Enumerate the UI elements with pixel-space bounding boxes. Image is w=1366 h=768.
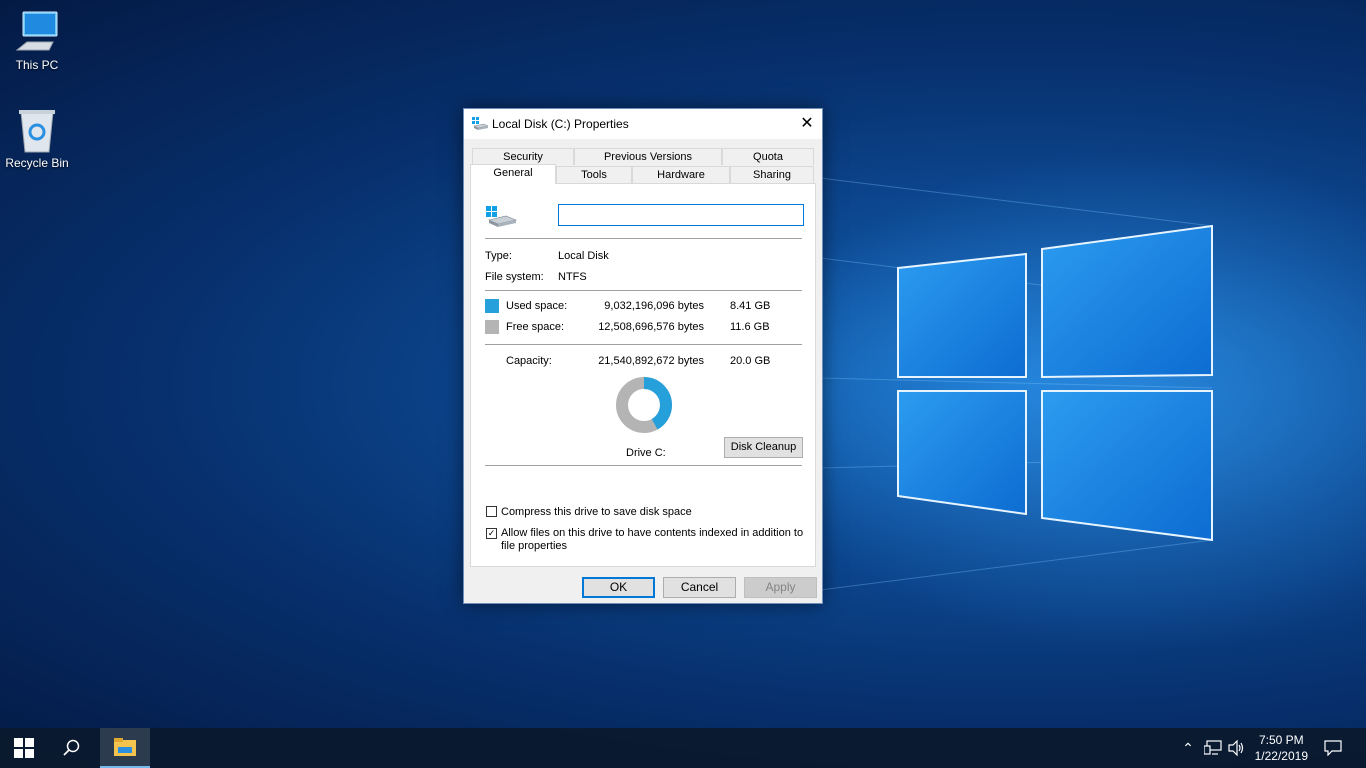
ok-button[interactable]: OK <box>582 577 655 598</box>
used-space-swatch <box>485 299 499 313</box>
speaker-icon <box>1228 740 1244 756</box>
file-explorer-icon <box>114 738 136 756</box>
disk-cleanup-button[interactable]: Disk Cleanup <box>724 437 803 458</box>
tab-label: Previous Versions <box>603 151 693 163</box>
clock-time: 7:50 PM <box>1258 733 1304 747</box>
file-system-label: File system: <box>485 271 544 283</box>
apply-button[interactable]: Apply <box>744 577 817 598</box>
used-space-label: Used space: <box>506 300 568 312</box>
divider <box>485 344 802 345</box>
compress-label: Compress this drive to save disk space <box>501 506 692 518</box>
divider <box>485 290 802 291</box>
tab-quota[interactable]: Quota <box>722 148 814 165</box>
network-button[interactable] <box>1202 728 1224 768</box>
search-button[interactable] <box>48 728 96 768</box>
clock-date: 1/22/2019 <box>1254 749 1308 763</box>
type-value: Local Disk <box>558 250 609 262</box>
tab-label: Tools <box>581 169 607 181</box>
chevron-up-icon: ⌃ <box>1182 739 1194 756</box>
windows-logo-icon <box>14 738 34 758</box>
volume-button[interactable] <box>1226 728 1248 768</box>
free-space-label: Free space: <box>506 321 565 333</box>
notification-icon <box>1324 740 1342 756</box>
general-tab-panel: Type: Local Disk File system: NTFS Used … <box>470 183 816 567</box>
drive-icon <box>472 117 488 130</box>
capacity-bytes: 21,540,892,672 bytes <box>598 355 704 367</box>
tab-label: Quota <box>753 151 783 163</box>
used-space-bytes: 9,032,196,096 bytes <box>604 300 704 312</box>
desktop-icon-this-pc[interactable]: This PC <box>0 8 77 72</box>
tab-label: Security <box>503 151 543 163</box>
capacity-size: 20.0 GB <box>730 355 771 367</box>
disk-usage-donut <box>616 377 672 433</box>
this-pc-icon <box>15 11 58 51</box>
capacity-label: Capacity: <box>506 355 552 367</box>
index-checkbox[interactable]: ✓ <box>486 528 497 539</box>
divider <box>485 465 802 466</box>
file-system-value: NTFS <box>558 271 587 283</box>
tab-tools[interactable]: Tools <box>556 166 632 183</box>
compress-checkbox[interactable] <box>486 506 497 517</box>
tab-sharing[interactable]: Sharing <box>730 166 814 183</box>
tab-label: Hardware <box>657 169 705 181</box>
tab-general[interactable]: General <box>470 164 556 184</box>
file-explorer-taskbar-button[interactable] <box>100 728 150 768</box>
title-bar[interactable]: Local Disk (C:) Properties ✕ <box>464 109 822 139</box>
desktop-icon-label: This PC <box>15 58 59 72</box>
recycle-bin-icon <box>19 110 55 153</box>
properties-dialog: Local Disk (C:) Properties ✕ Security Pr… <box>463 108 823 604</box>
action-center-button[interactable] <box>1318 728 1348 768</box>
drive-large-icon <box>486 206 518 227</box>
divider <box>485 238 802 239</box>
type-label: Type: <box>485 250 512 262</box>
tab-hardware[interactable]: Hardware <box>632 166 730 183</box>
volume-label-input[interactable] <box>558 204 804 226</box>
used-space-size: 8.41 GB <box>730 300 771 312</box>
tab-security[interactable]: Security <box>472 148 574 165</box>
taskbar-clock[interactable]: 7:50 PM 1/22/2019 <box>1255 732 1308 764</box>
free-space-bytes: 12,508,696,576 bytes <box>598 321 704 333</box>
network-icon <box>1204 740 1222 755</box>
tab-previous-versions[interactable]: Previous Versions <box>574 148 722 165</box>
taskbar: ⌃ 7:50 PM 1/22/2019 <box>0 728 1366 768</box>
search-icon <box>63 739 80 756</box>
tab-label: General <box>493 167 533 179</box>
index-label-line1: Allow files on this drive to have conten… <box>501 527 804 539</box>
start-button[interactable] <box>0 728 48 768</box>
show-hidden-icons-button[interactable]: ⌃ <box>1178 728 1198 768</box>
dialog-title: Local Disk (C:) Properties <box>492 117 629 131</box>
tab-label: Sharing <box>753 169 791 181</box>
cancel-button[interactable]: Cancel <box>663 577 736 598</box>
close-icon: ✕ <box>800 115 814 132</box>
free-space-size: 11.6 GB <box>730 321 770 333</box>
index-label-line2: file properties <box>501 540 568 552</box>
close-button[interactable]: ✕ <box>792 109 822 139</box>
free-space-swatch <box>485 320 499 334</box>
desktop-icon-recycle-bin[interactable]: Recycle Bin <box>0 108 77 170</box>
drive-label: Drive C: <box>626 447 666 459</box>
desktop-icon-label: Recycle Bin <box>5 156 69 170</box>
